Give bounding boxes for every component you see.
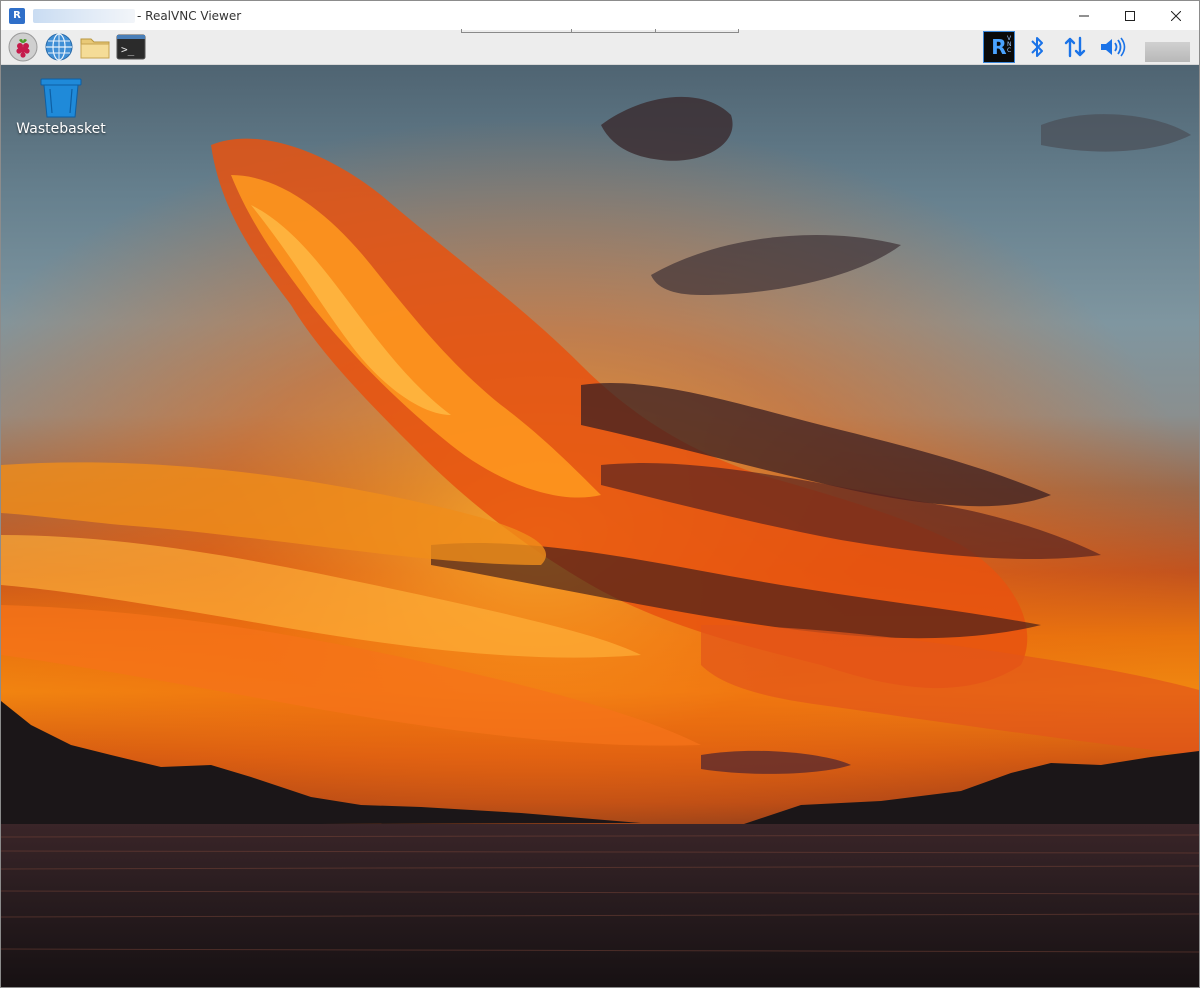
- taskbar-window-area[interactable]: [461, 29, 739, 33]
- desktop-icon-label: Wastebasket: [16, 121, 106, 137]
- close-button[interactable]: [1153, 1, 1199, 30]
- sunset-scene: [1, 65, 1199, 987]
- window-title: - RealVNC Viewer: [137, 8, 242, 23]
- maximize-icon: [1125, 10, 1135, 21]
- volume-button[interactable]: [1097, 31, 1129, 63]
- bluetooth-icon: [1031, 37, 1043, 57]
- raspberry-pi-icon: [8, 32, 38, 62]
- vnc-subtext: V N C: [1007, 35, 1012, 54]
- maximize-button[interactable]: [1107, 1, 1153, 30]
- wastebasket-desktop-icon[interactable]: Wastebasket: [11, 77, 111, 147]
- network-updown-icon: [1064, 36, 1086, 58]
- minimize-icon: [1079, 15, 1089, 16]
- folder-icon: [80, 38, 110, 59]
- bluetooth-button[interactable]: [1021, 31, 1053, 63]
- terminal-icon: >_: [116, 34, 146, 60]
- raspberry-menu-button[interactable]: [7, 32, 39, 62]
- window-controls: [1061, 1, 1199, 30]
- launcher-bar: >_: [7, 32, 147, 62]
- desktop-wallpaper[interactable]: Wastebasket: [1, 65, 1199, 987]
- clock-redacted: [1145, 42, 1190, 62]
- desktop-panel: >_ R V N C: [1, 29, 1199, 65]
- title-bar[interactable]: R - RealVNC Viewer: [1, 1, 1199, 30]
- lake-water: [1, 824, 1199, 987]
- close-icon: [1171, 10, 1181, 21]
- trash-bin-icon: [40, 78, 82, 118]
- hostname-redacted: [33, 8, 135, 23]
- file-manager-button[interactable]: [79, 32, 111, 62]
- realvnc-viewer-window: R - RealVNC Viewer >_ R V N C Wastebaske…: [0, 0, 1200, 988]
- network-button[interactable]: [1059, 31, 1091, 63]
- globe-icon: [45, 33, 73, 61]
- speaker-icon: [1101, 37, 1126, 57]
- svg-text:>_: >_: [121, 43, 135, 56]
- system-tray: R V N C: [983, 31, 1129, 63]
- realvnc-logo-icon[interactable]: R: [9, 7, 25, 24]
- web-browser-button[interactable]: [43, 32, 75, 62]
- minimize-button[interactable]: [1061, 1, 1107, 30]
- realvnc-tray-icon[interactable]: R V N C: [983, 31, 1015, 63]
- terminal-button[interactable]: >_: [115, 32, 147, 62]
